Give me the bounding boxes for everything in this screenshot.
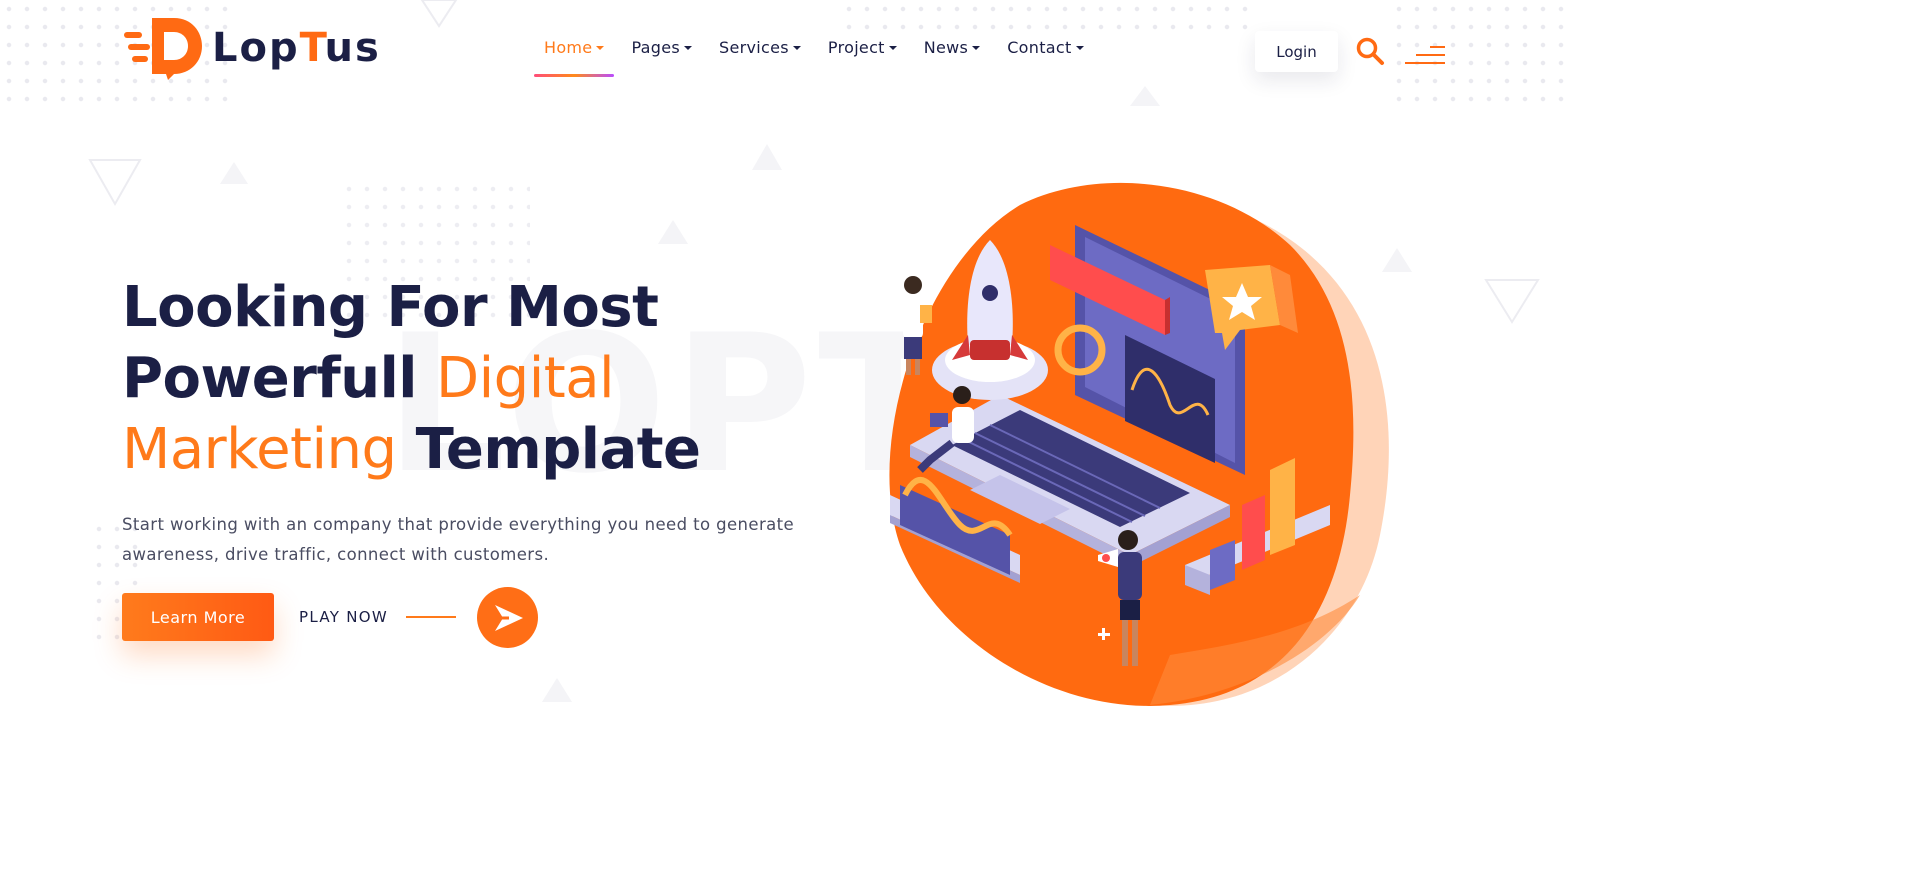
nav-item-home[interactable]: Home [533, 38, 615, 77]
nav-item-news[interactable]: News [924, 38, 981, 57]
logo[interactable]: LopTus [122, 14, 381, 82]
triangle-solid-icon [752, 144, 782, 170]
login-button[interactable]: Login [1255, 31, 1338, 72]
caret-down-icon [1075, 45, 1084, 50]
caret-down-icon [888, 45, 897, 50]
triangle-solid-icon [658, 220, 688, 244]
hero-title: Looking For Most Powerfull Digital Marke… [122, 275, 701, 482]
caret-down-icon [596, 45, 605, 50]
learn-more-button[interactable]: Learn More [122, 593, 274, 641]
site-header: LopTus Home Pages Services Project News … [0, 0, 1568, 105]
main-nav: Home Pages Services Project News Contact [533, 38, 1084, 77]
triangle-solid-icon [542, 678, 572, 702]
hero-illustration [889, 182, 1389, 706]
logo-icon [124, 18, 202, 80]
divider-line [406, 616, 456, 618]
caret-down-icon [972, 45, 981, 50]
logo-text: LopTus [212, 25, 381, 71]
play-arrow-icon [494, 604, 523, 631]
play-now-link[interactable]: PLAY NOW [299, 608, 388, 626]
nav-item-project[interactable]: Project [828, 38, 897, 57]
search-icon[interactable] [1355, 36, 1385, 66]
play-button[interactable] [477, 587, 538, 648]
menu-lines-icon[interactable] [1404, 44, 1446, 66]
caret-down-icon [792, 45, 801, 50]
caret-down-icon [684, 45, 693, 50]
nav-item-services[interactable]: Services [719, 38, 801, 57]
triangle-outline-icon [88, 159, 142, 207]
hero-description: Start working with an company that provi… [122, 515, 795, 564]
nav-item-pages[interactable]: Pages [631, 38, 693, 57]
triangle-outline-icon [1484, 279, 1540, 324]
triangle-solid-icon [220, 162, 248, 184]
nav-item-contact[interactable]: Contact [1007, 38, 1084, 57]
